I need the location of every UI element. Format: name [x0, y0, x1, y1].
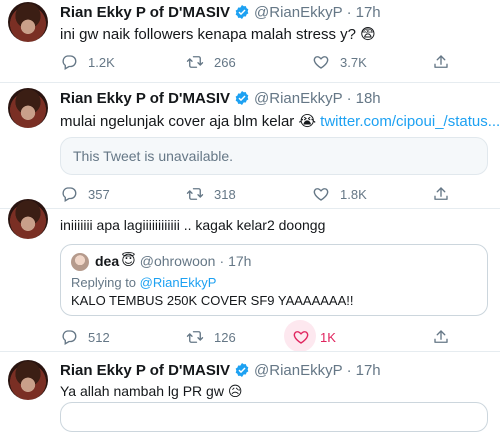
tweet-header: Rian Ekky P of D'MASIV @RianEkkyP · 17h — [60, 2, 381, 22]
timestamp[interactable]: 17h — [356, 362, 381, 379]
reply-icon — [60, 328, 78, 346]
share-icon — [432, 185, 450, 203]
display-name[interactable]: Rian Ekky P of D'MASIV — [60, 4, 230, 21]
retweet-count: 318 — [214, 186, 236, 202]
timestamp[interactable]: 17h — [356, 4, 381, 21]
verified-badge-icon — [234, 90, 250, 106]
tweet-header: Rian Ekky P of D'MASIV @RianEkkyP · 18h — [60, 88, 381, 108]
heart-icon — [292, 328, 310, 346]
like-count: 3.7K — [340, 54, 367, 70]
display-name[interactable]: Rian Ekky P of D'MASIV — [60, 90, 230, 107]
replying-to: Replying to @RianEkkyP — [71, 275, 216, 290]
quoted-display-name: dea — [95, 253, 120, 269]
avatar[interactable] — [8, 2, 48, 42]
display-name[interactable]: Rian Ekky P of D'MASIV — [60, 362, 230, 379]
tweet-text: iniiiiiii apa lagiiiiiiiiiiii .. kagak k… — [60, 217, 326, 233]
heart-icon — [312, 185, 330, 203]
quoted-timestamp: 17h — [228, 253, 252, 269]
reply-button[interactable]: 512 — [60, 327, 110, 347]
avatar[interactable] — [8, 88, 48, 128]
reply-count: 512 — [88, 329, 110, 345]
separator-dot: · — [219, 253, 225, 269]
tweet-1[interactable]: Rian Ekky P of D'MASIV @RianEkkyP · 17h … — [0, 0, 500, 82]
replying-to-handle[interactable]: @RianEkkyP — [140, 275, 217, 290]
avatar[interactable] — [8, 199, 48, 239]
tweet-text: Ya allah nambah lg PR gw 😥 — [60, 383, 243, 399]
separator-dot: · — [346, 89, 352, 107]
tweet-actions: 1.2K 266 3.7K — [60, 52, 490, 72]
tweet-text: ini gw naik followers kenapa malah stres… — [60, 26, 376, 43]
share-button[interactable] — [432, 327, 460, 347]
tweet-actions: 512 126 1K — [60, 320, 490, 352]
handle[interactable]: @RianEkkyP — [254, 90, 343, 107]
separator-dot: · — [346, 3, 352, 21]
tweet-link[interactable]: twitter.com/cipoui_/status... — [320, 113, 500, 130]
verified-badge-icon — [234, 362, 250, 378]
verified-badge-icon — [234, 4, 250, 20]
tweet-header: Rian Ekky P of D'MASIV @RianEkkyP · 17h — [60, 360, 381, 380]
retweet-count: 126 — [214, 329, 236, 345]
quoted-text: KALO TEMBUS 250K COVER SF9 YAAAAAAA!! — [71, 293, 354, 308]
reply-count: 1.2K — [88, 54, 115, 70]
retweet-count: 266 — [214, 54, 236, 70]
share-button[interactable] — [432, 184, 460, 204]
reply-button[interactable]: 1.2K — [60, 52, 115, 72]
quoted-header: dea 😇 @ohrowoon · 17h — [95, 253, 251, 269]
retweet-button[interactable]: 126 — [186, 327, 236, 347]
heart-icon — [312, 53, 330, 71]
like-button[interactable]: 1K — [284, 320, 336, 352]
quoted-handle: @ohrowoon — [139, 253, 216, 269]
replying-to-label: Replying to — [71, 275, 140, 290]
like-button[interactable]: 1.8K — [312, 184, 367, 204]
retweet-icon — [186, 328, 204, 346]
angel-emoji-icon: 😇 — [121, 253, 136, 269]
retweet-button[interactable]: 318 — [186, 184, 236, 204]
share-icon — [432, 53, 450, 71]
quoted-tweet-partial[interactable] — [60, 402, 488, 432]
handle[interactable]: @RianEkkyP — [254, 362, 343, 379]
quoted-tweet[interactable]: dea 😇 @ohrowoon · 17h Replying to @RianE… — [60, 244, 488, 316]
handle[interactable]: @RianEkkyP — [254, 4, 343, 21]
reply-icon — [60, 53, 78, 71]
separator-dot: · — [346, 361, 352, 379]
share-icon — [432, 328, 450, 346]
retweet-button[interactable]: 266 — [186, 52, 236, 72]
tweet-text: mulai ngelunjak cover aja blm kelar 😭 — [60, 113, 321, 130]
retweet-icon — [186, 53, 204, 71]
quoted-avatar — [71, 253, 89, 271]
tweet-actions: 357 318 1.8K — [60, 184, 490, 204]
tweet-text-line: mulai ngelunjak cover aja blm kelar 😭 tw… — [60, 112, 500, 130]
avatar[interactable] — [8, 360, 48, 400]
like-count: 1K — [320, 329, 336, 345]
like-count: 1.8K — [340, 186, 367, 202]
retweet-icon — [186, 185, 204, 203]
timestamp[interactable]: 18h — [356, 90, 381, 107]
unavailable-tweet-card: This Tweet is unavailable. — [60, 137, 488, 175]
like-button[interactable]: 3.7K — [312, 52, 367, 72]
reply-count: 357 — [88, 186, 110, 202]
share-button[interactable] — [432, 52, 460, 72]
reply-icon — [60, 185, 78, 203]
reply-button[interactable]: 357 — [60, 184, 110, 204]
